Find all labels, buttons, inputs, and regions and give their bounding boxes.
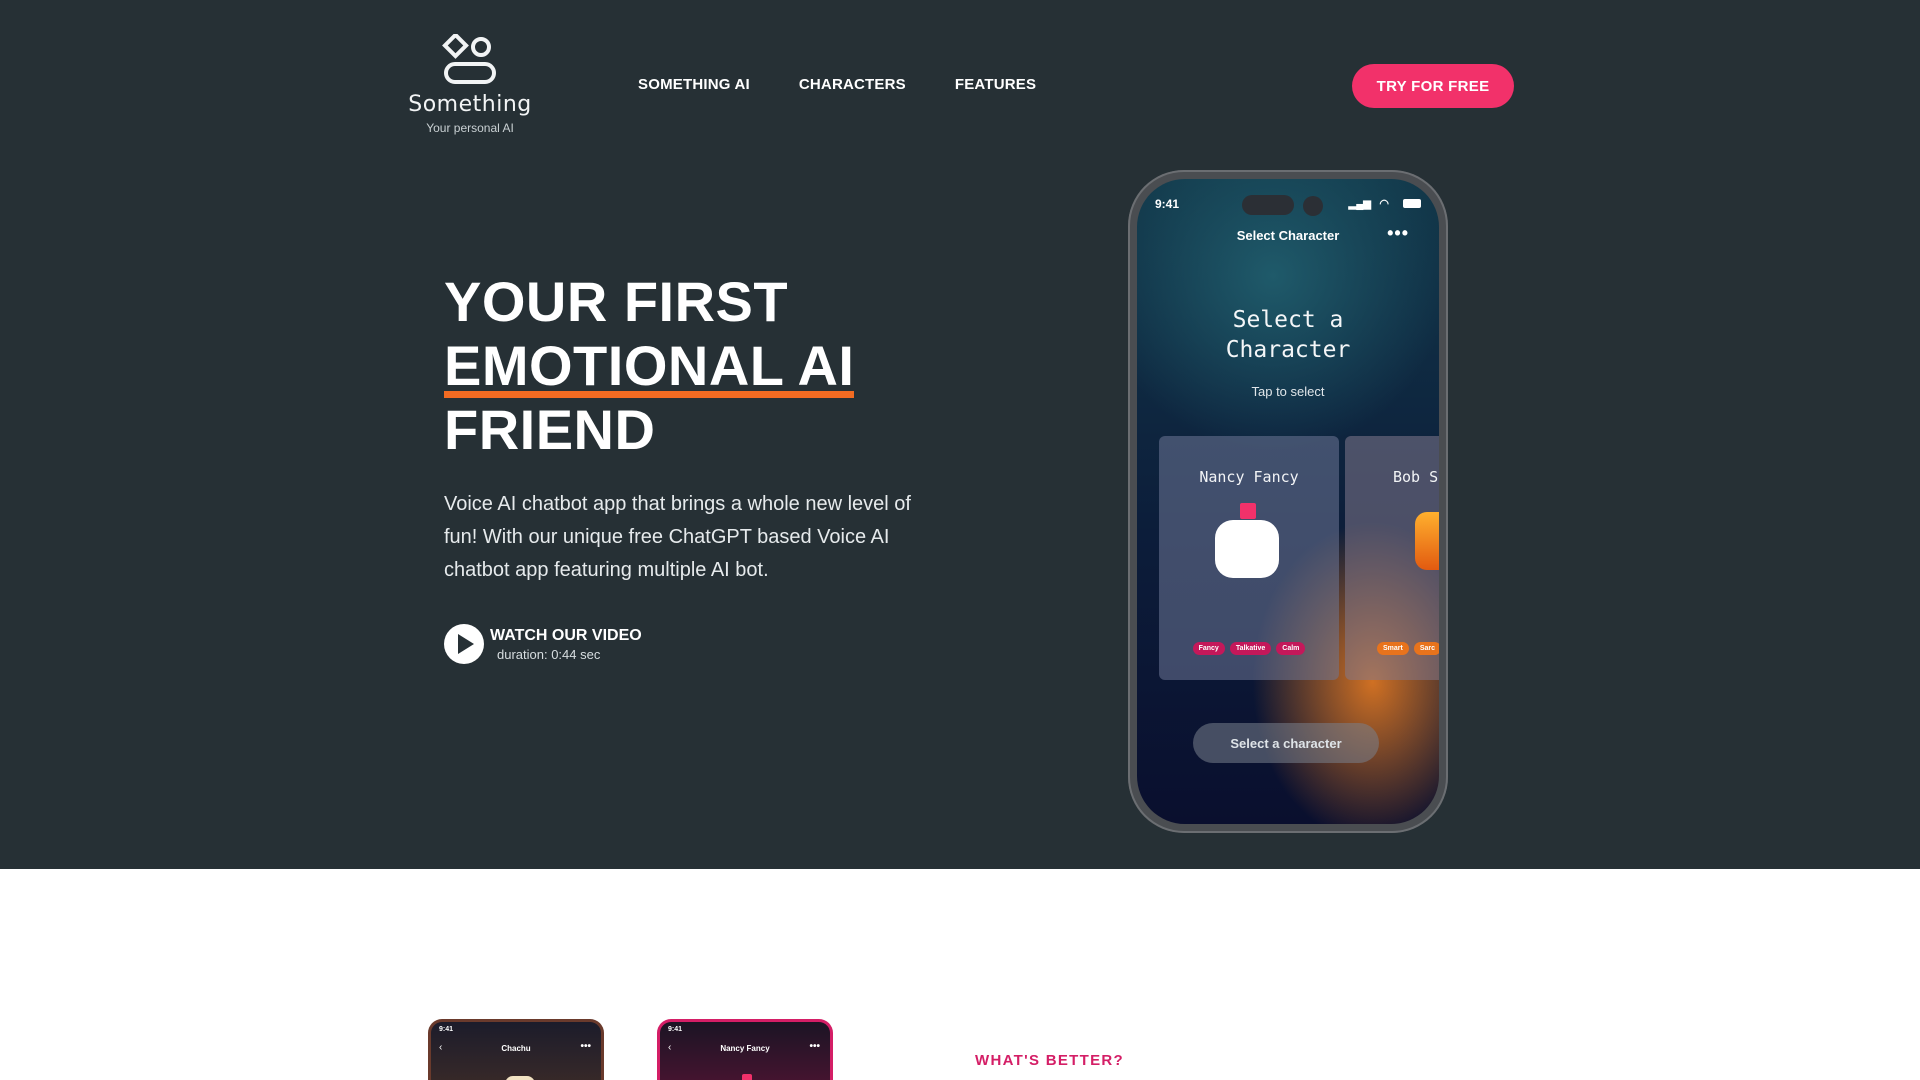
- watch-video-text: WATCH OUR VIDEO duration: 0:44 sec: [490, 624, 642, 662]
- mini-phone-title: Chachu: [501, 1044, 531, 1053]
- tag-badge: Fancy: [1192, 642, 1225, 655]
- mini-phone-title: Nancy Fancy: [720, 1044, 770, 1053]
- mini-phone-chachu: 9:41 ‹ Chachu •••: [428, 1019, 604, 1080]
- logo-icon: [442, 34, 496, 84]
- character-tags: Smart Sarc: [1377, 642, 1439, 655]
- select-title-line-1: Select a: [1232, 307, 1344, 333]
- select-character-button[interactable]: Select a character: [1193, 723, 1379, 763]
- character-avatar: [505, 1076, 535, 1080]
- more-menu-icon[interactable]: •••: [580, 1041, 591, 1052]
- tap-hint: Tap to select: [1251, 384, 1325, 399]
- tag-badge: Calm: [1276, 642, 1306, 655]
- character-name: Bob S: [1393, 468, 1439, 486]
- select-character-title: Select a Character: [1137, 305, 1439, 365]
- headline-line-1: YOUR FIRST: [444, 270, 789, 333]
- brand-name: Something: [408, 92, 532, 117]
- character-name: Nancy Fancy: [1199, 468, 1299, 486]
- watch-video-link[interactable]: WATCH OUR VIDEO duration: 0:44 sec: [444, 624, 642, 664]
- character-card-bob[interactable]: Bob S Smart Sarc: [1345, 436, 1439, 680]
- wifi-icon: ◠: [1379, 198, 1389, 210]
- status-time: 9:41: [1155, 197, 1180, 211]
- character-antenna: [1240, 503, 1256, 519]
- mini-status-time: 9:41: [668, 1026, 683, 1033]
- headline-line-3: FRIEND: [444, 398, 656, 461]
- mini-phone-nancy: 9:41 ‹ Nancy Fancy •••: [657, 1019, 833, 1080]
- nav-item-features[interactable]: FEATURES: [955, 76, 1036, 93]
- hero-headline: YOUR FIRST EMOTIONAL AI FRIEND: [444, 270, 855, 462]
- signal-icon: ▂▄▆: [1348, 199, 1371, 210]
- select-title-line-2: Character: [1225, 337, 1351, 363]
- headline-line-2-highlight: EMOTIONAL AI: [444, 334, 855, 398]
- hero-section: Something Your personal AI SOMETHING AI …: [0, 0, 1920, 869]
- character-card-nancy[interactable]: Nancy Fancy Fancy Talkative Calm: [1159, 436, 1339, 680]
- watch-video-label[interactable]: WATCH OUR VIDEO: [490, 627, 642, 645]
- character-avatar: [1415, 512, 1439, 570]
- tag-badge: Sarc: [1413, 642, 1439, 655]
- video-duration: duration: 0:44 sec: [497, 647, 601, 662]
- character-avatar: [1215, 520, 1279, 578]
- brand-logo[interactable]: Something Your personal AI: [402, 34, 538, 135]
- section-kicker: WHAT'S BETTER?: [975, 1052, 1124, 1069]
- character-tags: Fancy Talkative Calm: [1159, 642, 1339, 655]
- character-avatar: [742, 1074, 752, 1080]
- tag-badge: Talkative: [1229, 642, 1272, 655]
- brand-tagline: Your personal AI: [426, 121, 514, 135]
- hero-subtext: Voice AI chatbot app that brings a whole…: [444, 493, 911, 581]
- more-menu-icon[interactable]: •••: [1387, 223, 1409, 244]
- battery-icon: [1403, 199, 1421, 208]
- try-for-free-button[interactable]: TRY FOR FREE: [1352, 64, 1514, 108]
- mini-status-time: 9:41: [439, 1026, 454, 1033]
- dynamic-island: [1242, 195, 1294, 215]
- main-nav: SOMETHING AI CHARACTERS FEATURES: [638, 76, 1036, 93]
- more-menu-icon[interactable]: •••: [809, 1041, 820, 1052]
- phone-screen: 9:41 ▂▄▆ ◠ Select Character ••• Select a…: [1137, 179, 1439, 824]
- phone-mockup: 9:41 ▂▄▆ ◠ Select Character ••• Select a…: [1128, 170, 1448, 833]
- nav-item-characters[interactable]: CHARACTERS: [799, 76, 906, 93]
- play-icon[interactable]: [444, 624, 484, 664]
- nav-item-something-ai[interactable]: SOMETHING AI: [638, 76, 750, 93]
- camera-dot: [1303, 196, 1323, 216]
- tag-badge: Smart: [1377, 642, 1409, 655]
